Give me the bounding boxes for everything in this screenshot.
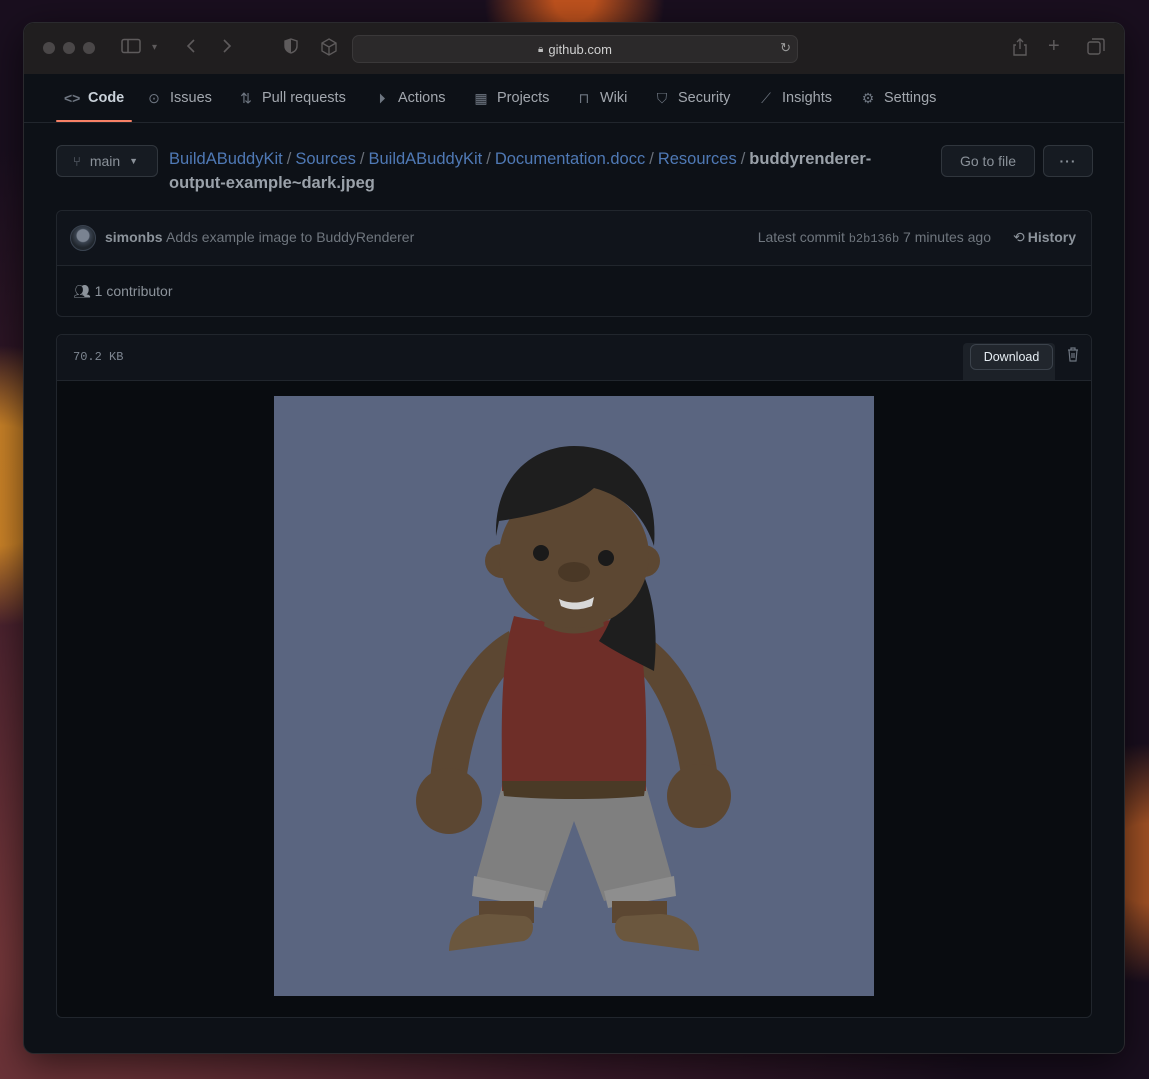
table-icon: ▦ — [474, 89, 488, 106]
breadcrumb-link[interactable]: Resources — [658, 150, 737, 168]
close-window-button[interactable] — [43, 42, 55, 54]
repo-navigation: <> Code ⊙ Issues ⇅ Pull requests ⏵ Actio… — [24, 75, 1124, 123]
commit-time: 7 minutes ago — [903, 229, 991, 245]
tab-insights[interactable]: ⟋ Insights — [758, 75, 832, 121]
code-icon: <> — [64, 90, 81, 106]
extension-cube-icon[interactable] — [320, 38, 338, 62]
forward-icon[interactable] — [222, 38, 232, 60]
lock-icon: 🔒︎ — [538, 43, 544, 55]
tab-security-label: Security — [678, 90, 731, 106]
avatar[interactable] — [70, 225, 96, 251]
breadcrumb-separator: / — [740, 150, 746, 168]
tab-overview-icon[interactable] — [1087, 38, 1105, 62]
breadcrumb-link[interactable]: BuildABuddyKit — [169, 150, 283, 168]
history-label: History — [1027, 229, 1076, 245]
tab-projects[interactable]: ▦ Projects — [473, 75, 549, 121]
commit-message[interactable]: Adds example image to BuddyRenderer — [166, 229, 414, 245]
latest-commit-row: simonbs Adds example image to BuddyRende… — [57, 211, 1091, 266]
share-icon[interactable] — [1012, 38, 1028, 62]
tab-insights-label: Insights — [782, 90, 832, 106]
tab-issues-label: Issues — [170, 90, 212, 106]
url-text: github.com — [548, 41, 612, 57]
tab-settings-label: Settings — [884, 90, 937, 106]
branch-name: main — [89, 153, 121, 169]
new-tab-icon[interactable]: + — [1048, 36, 1060, 56]
chevron-down-icon[interactable]: ▾ — [152, 38, 157, 58]
branch-selector[interactable]: ⑂ main ▼ — [56, 145, 158, 177]
contributors-label: 1 contributor — [94, 283, 173, 299]
file-viewer: 70.2 KB Download — [56, 334, 1092, 1018]
commit-meta: Latest commit b2b136b 7 minutes ago — [758, 229, 991, 246]
reload-icon[interactable]: ↻ — [780, 40, 791, 56]
play-icon: ⏵ — [378, 89, 386, 106]
latest-commit-label: Latest commit — [757, 229, 845, 245]
shield-icon: ⛉ — [656, 89, 668, 106]
download-wrapper: Download — [963, 343, 1055, 380]
tab-security[interactable]: ⛉ Security — [654, 75, 731, 121]
history-icon: ⟲ — [1013, 229, 1025, 245]
tab-actions-label: Actions — [398, 90, 446, 106]
browser-window: ▾ 🔒︎ github.com ↻ + <> Code ⊙ Issues ⇅ P… — [23, 22, 1125, 1054]
book-icon: ⊓ — [578, 89, 590, 106]
breadcrumb-separator: / — [359, 150, 365, 168]
breadcrumb-separator: / — [486, 150, 491, 168]
git-branch-icon: ⑂ — [73, 153, 81, 169]
browser-toolbar: ▾ 🔒︎ github.com ↻ + — [24, 23, 1124, 74]
tab-settings[interactable]: ⚙ Settings — [860, 75, 937, 121]
file-size: 70.2 KB — [73, 350, 124, 364]
breadcrumb-link[interactable]: Sources — [295, 150, 356, 168]
tab-pull-requests[interactable]: ⇅ Pull requests — [238, 75, 346, 121]
breadcrumb-separator: / — [286, 150, 292, 168]
graph-icon: ⟋ — [761, 89, 771, 106]
issue-icon: ⊙ — [148, 89, 160, 106]
tab-wiki-label: Wiki — [600, 90, 628, 106]
tab-code[interactable]: <> Code — [55, 75, 133, 122]
commit-author[interactable]: simonbs — [105, 229, 163, 245]
tab-pull-requests-label: Pull requests — [262, 90, 346, 106]
breadcrumb-link[interactable]: Documentation.docc — [495, 150, 645, 168]
contributors[interactable]: 👥︎ 1 contributor — [73, 283, 173, 300]
chevron-down-icon: ▼ — [129, 156, 139, 166]
file-header: 70.2 KB Download — [57, 335, 1091, 381]
shield-icon[interactable] — [284, 38, 298, 60]
back-icon[interactable] — [186, 38, 196, 60]
history-link[interactable]: ⟲ History — [1013, 229, 1076, 246]
commit-info-box: simonbs Adds example image to BuddyRende… — [56, 210, 1092, 317]
tab-actions[interactable]: ⏵ Actions — [374, 75, 446, 121]
address-bar[interactable]: 🔒︎ github.com ↻ — [352, 35, 798, 63]
more-options-button[interactable]: ··· — [1043, 145, 1093, 177]
gear-icon: ⚙ — [861, 89, 875, 106]
download-button[interactable]: Download — [970, 344, 1053, 370]
buddy-character-illustration — [416, 446, 731, 951]
image-preview — [274, 396, 874, 996]
people-icon: 👥︎ — [73, 283, 91, 299]
window-controls — [43, 42, 95, 54]
trash-icon[interactable] — [1067, 347, 1079, 366]
tab-wiki[interactable]: ⊓ Wiki — [576, 75, 628, 121]
go-to-file-button[interactable]: Go to file — [941, 145, 1035, 177]
breadcrumb-link[interactable]: BuildABuddyKit — [368, 150, 482, 168]
sidebar-icon[interactable] — [121, 38, 141, 60]
tab-code-label: Code — [88, 90, 125, 106]
minimize-window-button[interactable] — [63, 42, 75, 54]
breadcrumb: BuildABuddyKit / Sources / BuildABuddyKit / Do… — [169, 147, 871, 195]
breadcrumb-separator: / — [649, 150, 654, 168]
tab-issues[interactable]: ⊙ Issues — [146, 75, 212, 121]
pull-request-icon: ⇅ — [240, 89, 252, 106]
zoom-window-button[interactable] — [83, 42, 95, 54]
tab-projects-label: Projects — [497, 90, 550, 106]
commit-sha[interactable]: b2b136b — [849, 232, 899, 246]
